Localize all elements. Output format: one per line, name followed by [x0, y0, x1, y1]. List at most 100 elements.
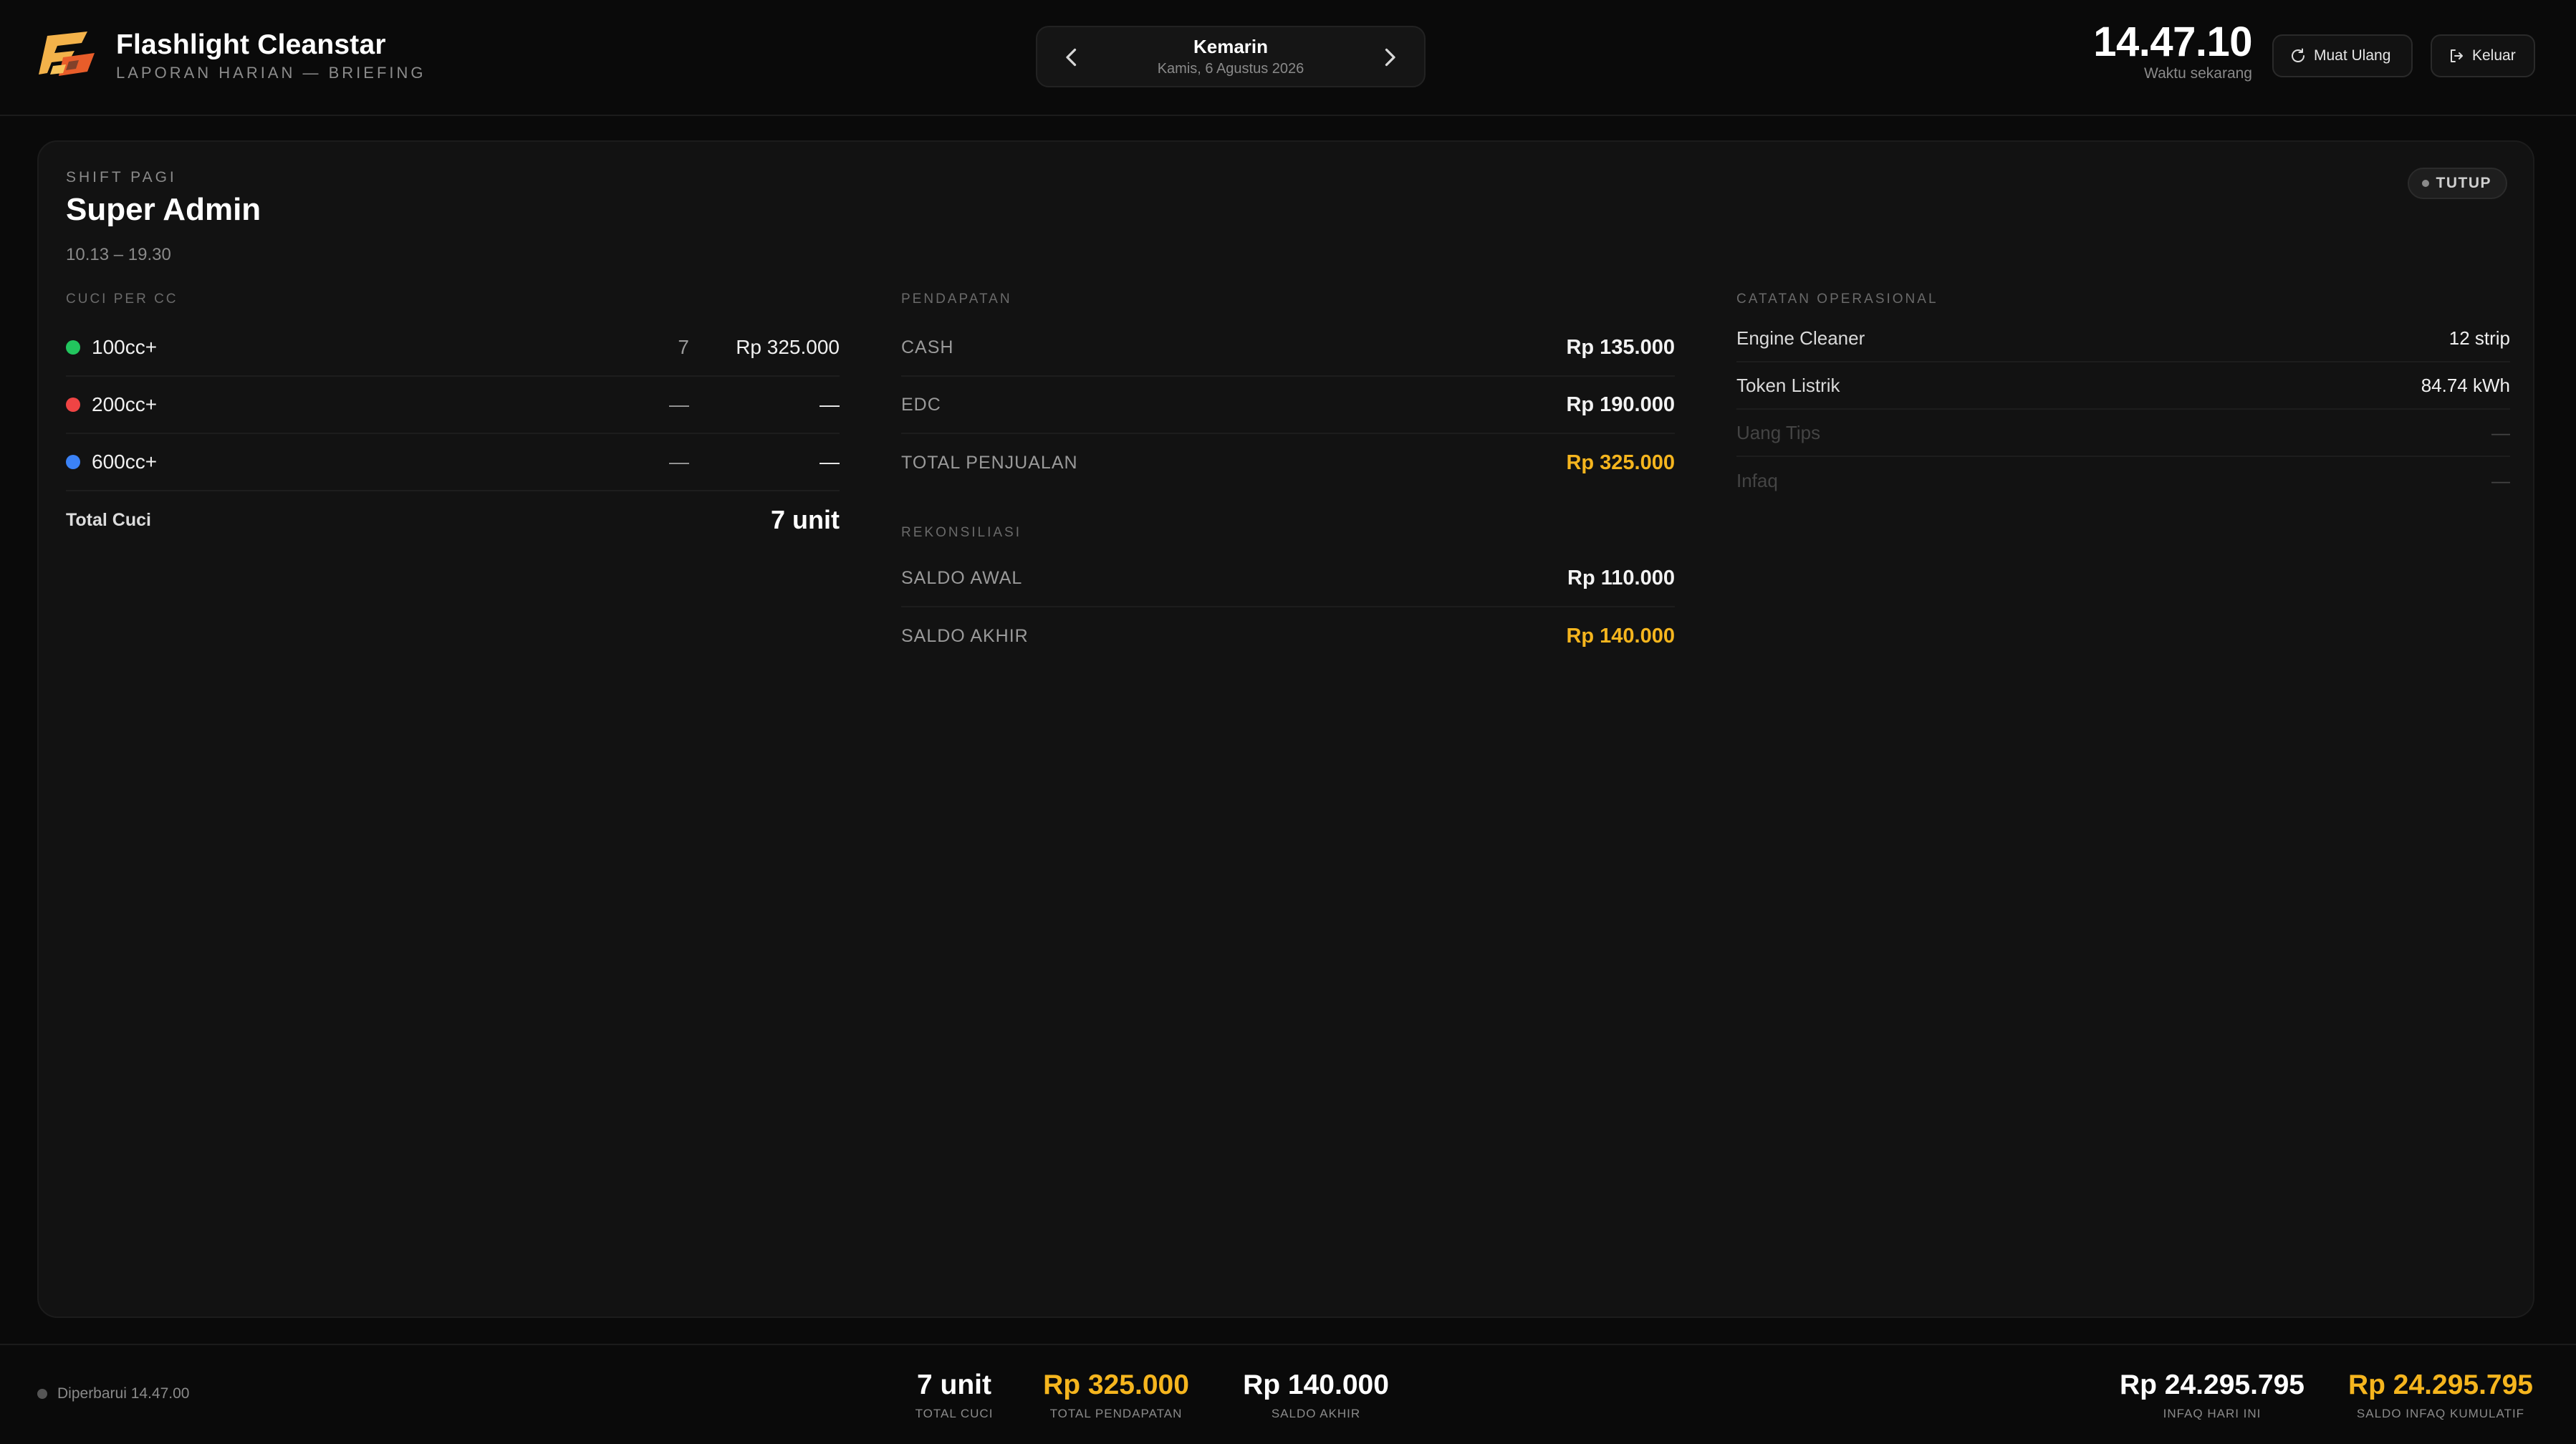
cc-name: 600cc+	[92, 451, 158, 473]
operational-value: —	[2491, 469, 2510, 491]
reload-button[interactable]: Muat Ulang	[2272, 34, 2413, 77]
stat-total-income: Rp 325.000 TOTAL PENDAPATAN	[1033, 1368, 1199, 1421]
income-value: Rp 135.000	[1566, 335, 1675, 359]
app-subtitle: LAPORAN HARIAN — BRIEFING	[116, 64, 426, 82]
reconciliation-row: SALDO AWAL Rp 110.000	[901, 550, 1675, 607]
stat-infaq-today: Rp 24.295.795 INFAQ HARI INI	[2095, 1368, 2330, 1421]
operational-label: Uang Tips	[1736, 421, 1821, 443]
shift-report-card: SHIFT PAGI Super Admin 10.13 – 19.30 TUT…	[37, 140, 2534, 1318]
stat-label: SALDO INFAQ KUMULATIF	[2356, 1407, 2525, 1420]
section-heading: CATATAN OPERASIONAL	[1736, 292, 1938, 307]
operational-value: 12 strip	[2448, 327, 2510, 349]
shift-label: SHIFT PAGI	[66, 169, 177, 186]
stat-label: TOTAL CUCI	[915, 1407, 994, 1420]
section-heading: PENDAPATAN	[901, 292, 1012, 307]
cc-count: 7	[678, 336, 689, 358]
app-title: Flashlight Cleanstar	[116, 29, 386, 60]
clock-time: 14.47.10	[2093, 19, 2252, 65]
cc-name: 100cc+	[92, 336, 158, 358]
reconciliation-label: SALDO AKHIR	[901, 625, 1029, 646]
operational-notes-section: CATATAN OPERASIONAL Engine Cleaner 12 st…	[1736, 289, 2510, 504]
wash-row: 600cc+ — —	[66, 434, 840, 491]
operational-list: Engine Cleaner 12 strip Token Listrik 84…	[1736, 315, 2510, 504]
stat-label: TOTAL PENDAPATAN	[1049, 1407, 1183, 1420]
stat-label: SALDO AKHIR	[1271, 1407, 1361, 1420]
operational-label: Token Listrik	[1736, 374, 1840, 396]
last-updated-text: Diperbarui 14.47.00	[57, 1385, 190, 1402]
income-row: CASH Rp 135.000	[901, 319, 1675, 377]
cc-count: —	[669, 393, 689, 415]
cc-color-dot-icon	[66, 340, 80, 355]
wash-row: 100cc+ 7 Rp 325.000	[66, 319, 840, 377]
app-header: Flashlight Cleanstar LAPORAN HARIAN — BR…	[0, 0, 2576, 116]
status-badge: TUTUP	[2407, 168, 2507, 199]
brand: Flashlight Cleanstar LAPORAN HARIAN — BR…	[37, 29, 426, 83]
status-dot-icon	[37, 1389, 47, 1399]
section-heading: CUCI PER CC	[66, 292, 178, 307]
stat-final-balance: Rp 140.000 SALDO AKHIR	[1226, 1368, 1405, 1421]
stat-value: Rp 140.000	[1243, 1370, 1389, 1400]
stat-value: 7 unit	[917, 1370, 991, 1400]
income-total-value: Rp 325.000	[1566, 451, 1675, 474]
cc-amount: —	[820, 393, 840, 415]
wash-total-value: 7 unit	[771, 505, 840, 534]
wash-list: 100cc+ 7 Rp 325.000 200cc+ — — 600cc+ — …	[66, 319, 840, 549]
operational-value: 84.74 kWh	[2421, 374, 2510, 396]
current-clock: 14.47.10 Waktu sekarang	[2093, 19, 2252, 83]
refresh-icon	[2292, 48, 2305, 62]
operational-row: Token Listrik 84.74 kWh	[1736, 362, 2510, 410]
stat-value: Rp 325.000	[1043, 1370, 1189, 1400]
status-text: TUTUP	[2436, 175, 2491, 191]
chevron-left-icon[interactable]	[1059, 44, 1085, 70]
stat-value: Rp 24.295.795	[2119, 1370, 2305, 1400]
cc-count: —	[669, 451, 689, 473]
date-label: Kemarin	[1193, 36, 1269, 57]
stat-value: Rp 24.295.795	[2347, 1370, 2533, 1400]
shift-time-range: 10.13 – 19.30	[66, 245, 171, 264]
cc-color-dot-icon	[66, 455, 80, 469]
income-label: EDC	[901, 394, 941, 415]
date-full: Kamis, 6 Agustus 2026	[1157, 61, 1304, 77]
operational-row: Uang Tips —	[1736, 410, 2510, 457]
cc-name: 200cc+	[92, 393, 158, 415]
operational-row: Engine Cleaner 12 strip	[1736, 315, 2510, 362]
logout-icon	[2451, 49, 2463, 62]
reconciliation-value: Rp 110.000	[1567, 566, 1675, 589]
last-updated: Diperbarui 14.47.00	[37, 1385, 189, 1402]
reconciliation-value: Rp 140.000	[1566, 624, 1675, 648]
logout-button[interactable]: Keluar	[2431, 34, 2535, 77]
reconciliation-row: SALDO AKHIR Rp 140.000	[901, 607, 1675, 665]
cc-amount: —	[820, 451, 840, 473]
stat-total-wash: 7 unit TOTAL CUCI	[883, 1368, 1026, 1421]
stat-label: INFAQ HARI INI	[2163, 1407, 2262, 1420]
income-row: EDC Rp 190.000	[901, 377, 1675, 434]
section-heading: REKONSILIASI	[901, 525, 1022, 540]
income-section: PENDAPATAN CASH Rp 135.000 EDC Rp 190.00…	[901, 289, 1675, 665]
income-value: Rp 190.000	[1566, 393, 1675, 416]
wash-per-cc-section: CUCI PER CC 100cc+ 7 Rp 325.000 200cc+ —…	[66, 289, 840, 549]
stat-infaq-cumulative: Rp 24.295.795 SALDO INFAQ KUMULATIF	[2342, 1368, 2539, 1421]
clock-label: Waktu sekarang	[2144, 65, 2252, 82]
reconciliation-label: SALDO AWAL	[901, 567, 1023, 588]
wash-total-label: Total Cuci	[66, 509, 151, 530]
date-navigator: Kemarin Kamis, 6 Agustus 2026	[1036, 26, 1426, 87]
date-display: Kemarin Kamis, 6 Agustus 2026	[1087, 34, 1374, 79]
operational-label: Infaq	[1736, 469, 1778, 491]
reload-button-label: Muat Ulang	[2314, 47, 2391, 64]
shift-operator-name: Super Admin	[66, 192, 261, 227]
cc-color-dot-icon	[66, 398, 80, 412]
operational-row: Infaq —	[1736, 457, 2510, 504]
status-dot-icon	[2421, 180, 2429, 187]
summary-footer: Diperbarui 14.47.00 7 unit TOTAL CUCI Rp…	[0, 1344, 2576, 1444]
logout-button-label: Keluar	[2472, 47, 2516, 64]
income-label: CASH	[901, 337, 954, 357]
income-list: CASH Rp 135.000 EDC Rp 190.000 TOTAL PEN…	[901, 319, 1675, 491]
income-row: TOTAL PENJUALAN Rp 325.000	[901, 434, 1675, 491]
wash-row: 200cc+ — —	[66, 377, 840, 434]
income-label: TOTAL PENJUALAN	[901, 452, 1078, 473]
cc-amount: Rp 325.000	[736, 336, 840, 358]
flashlight-logo-icon	[39, 32, 95, 76]
operational-label: Engine Cleaner	[1736, 327, 1865, 349]
operational-value: —	[2491, 421, 2510, 443]
chevron-right-icon[interactable]	[1377, 44, 1403, 70]
